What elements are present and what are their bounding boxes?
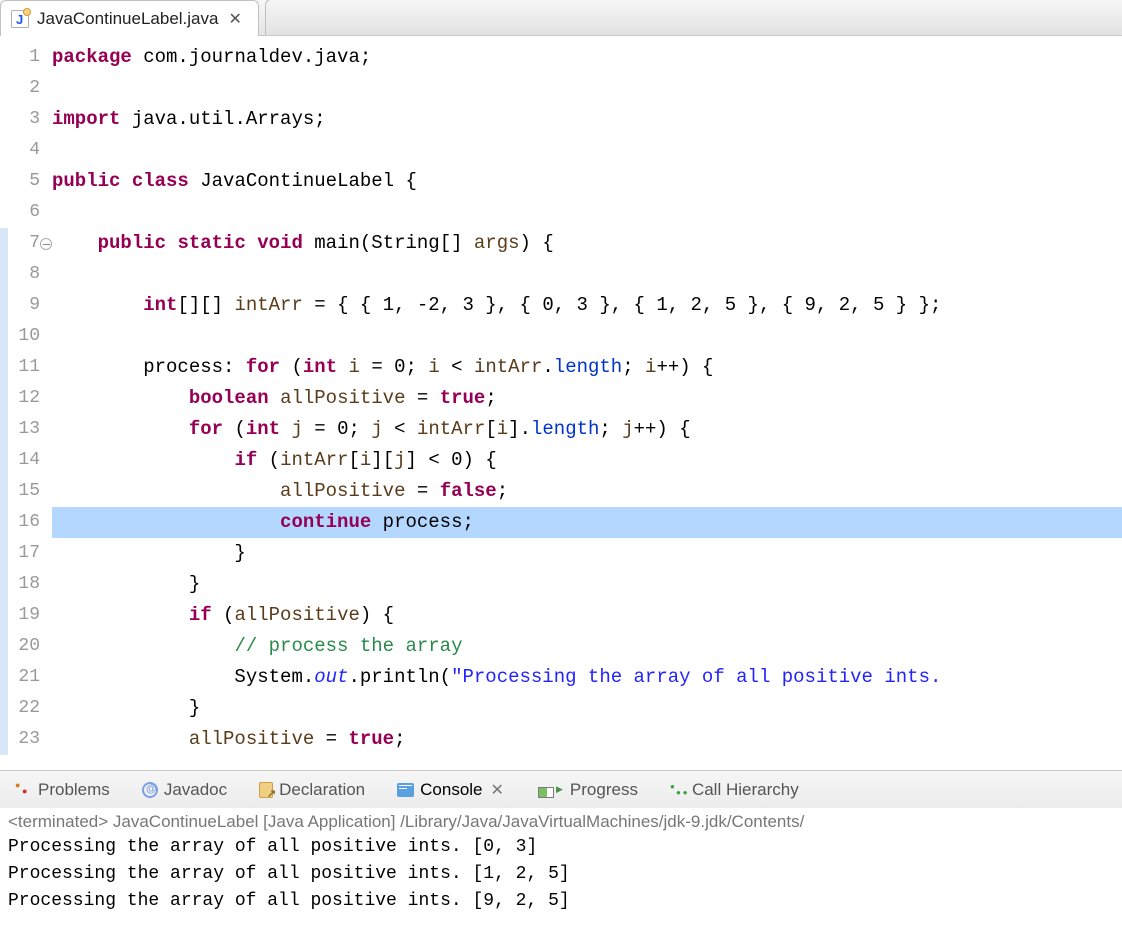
code-area[interactable]: package com.journaldev.java; import java.… [44,36,1122,770]
line-number: 23 [8,724,40,755]
line-number: 6 [8,197,40,228]
console-output-line: Processing the array of all positive int… [8,834,1114,861]
line-number: 15 [8,476,40,507]
line-number: 9 [8,290,40,321]
code-line[interactable]: allPositive = false; [52,476,1122,507]
line-number: 13 [8,414,40,445]
code-line[interactable] [52,73,1122,104]
line-number: 14 [8,445,40,476]
tab-javadoc[interactable]: Javadoc [136,776,233,804]
tab-call-hierarchy-label: Call Hierarchy [692,780,799,800]
console-output-line: Processing the array of all positive int… [8,861,1114,888]
line-number: 19 [8,600,40,631]
tab-problems-label: Problems [38,780,110,800]
tab-problems[interactable]: Problems [8,776,116,804]
console-output: Processing the array of all positive int… [8,834,1114,915]
tab-declaration-label: Declaration [279,780,365,800]
line-number: 4 [8,135,40,166]
code-line[interactable] [52,321,1122,352]
code-line[interactable]: System.out.println("Processing the array… [52,662,1122,693]
line-number: 21 [8,662,40,693]
code-line[interactable]: int[][] intArr = { { 1, -2, 3 }, { 0, 3 … [52,290,1122,321]
line-number: 3 [8,104,40,135]
tab-javadoc-label: Javadoc [164,780,227,800]
code-line[interactable]: public class JavaContinueLabel { [52,166,1122,197]
code-line[interactable] [52,259,1122,290]
line-number: 12 [8,383,40,414]
code-line[interactable]: import java.util.Arrays; [52,104,1122,135]
line-number: 22 [8,693,40,724]
code-editor[interactable]: 1234567891011121314151617181920212223 pa… [0,36,1122,770]
code-line[interactable]: package com.journaldev.java; [52,42,1122,73]
call-hierarchy-icon [670,782,686,798]
tab-console-label: Console [420,780,482,800]
console-header: <terminated> JavaContinueLabel [Java App… [8,812,1114,832]
line-number: 20 [8,631,40,662]
console-view[interactable]: <terminated> JavaContinueLabel [Java App… [0,808,1122,952]
line-number: 1 [8,42,40,73]
console-icon [397,783,414,797]
tab-call-hierarchy[interactable]: Call Hierarchy [664,776,805,804]
code-line[interactable]: boolean allPositive = true; [52,383,1122,414]
editor-tab-label: JavaContinueLabel.java [37,9,218,29]
java-file-icon [11,10,29,28]
code-line[interactable]: } [52,569,1122,600]
close-icon[interactable]: ✕ [489,780,506,800]
line-number: 2 [8,73,40,104]
line-number: 5 [8,166,40,197]
editor-tab-bar-rest [265,0,1122,35]
line-number: 10 [8,321,40,352]
marker-column [0,36,8,770]
problems-icon [14,781,32,799]
code-line[interactable]: for (int j = 0; j < intArr[i].length; j+… [52,414,1122,445]
line-number: 11 [8,352,40,383]
tab-progress-label: Progress [570,780,638,800]
line-number: 8 [8,259,40,290]
code-line[interactable]: public static void main(String[] args) { [52,228,1122,259]
code-line[interactable]: // process the array [52,631,1122,662]
code-line[interactable]: continue process; [52,507,1122,538]
line-number-gutter: 1234567891011121314151617181920212223 [8,36,44,770]
tab-declaration[interactable]: Declaration [253,776,371,804]
code-line[interactable]: if (intArr[i][j] < 0) { [52,445,1122,476]
code-line[interactable]: } [52,693,1122,724]
code-line[interactable]: process: for (int i = 0; i < intArr.leng… [52,352,1122,383]
console-output-line: Processing the array of all positive int… [8,888,1114,915]
tab-progress[interactable]: Progress [532,776,644,804]
progress-icon [538,787,554,798]
editor-tab-active[interactable]: JavaContinueLabel.java ✕ [0,0,259,36]
code-line[interactable]: allPositive = true; [52,724,1122,755]
line-number: 17 [8,538,40,569]
code-line[interactable] [52,135,1122,166]
tab-console[interactable]: Console ✕ [391,776,512,804]
line-number: 7 [8,228,40,259]
javadoc-icon [142,782,158,798]
line-number: 18 [8,569,40,600]
code-line[interactable]: } [52,538,1122,569]
code-line[interactable]: if (allPositive) { [52,600,1122,631]
declaration-icon [259,782,273,798]
bottom-tab-bar: Problems Javadoc Declaration Console ✕ P… [0,770,1122,808]
close-icon[interactable]: ✕ [226,9,243,29]
code-line[interactable] [52,197,1122,228]
editor-tab-bar: JavaContinueLabel.java ✕ [0,0,1122,36]
line-number: 16 [8,507,40,538]
